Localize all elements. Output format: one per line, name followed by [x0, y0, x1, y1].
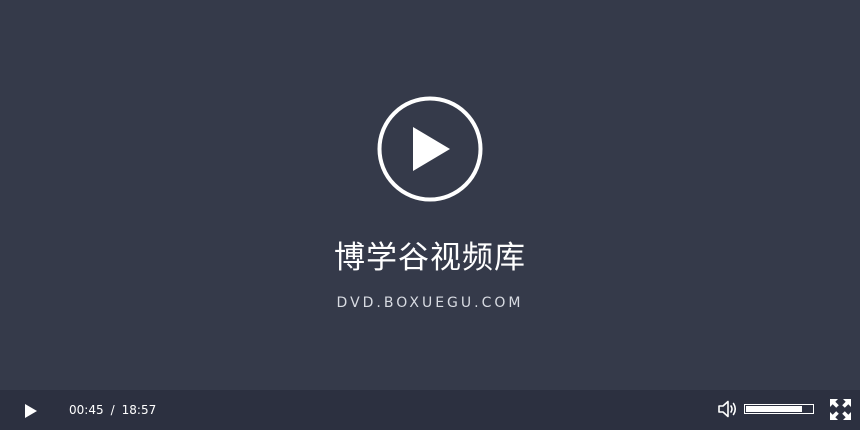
volume-slider[interactable] — [744, 404, 814, 414]
big-play-button[interactable] — [377, 96, 483, 202]
mute-button[interactable] — [717, 399, 739, 419]
play-circle-icon — [377, 96, 483, 202]
time-display: 00:45 / 18:57 — [69, 401, 156, 419]
brand-title: 博学谷视频库 — [334, 240, 526, 276]
duration: 18:57 — [121, 403, 157, 417]
control-bar: 00:45 / 18:57 — [0, 390, 860, 430]
fullscreen-button[interactable] — [830, 399, 851, 420]
brand-url: DVD.BOXUEGU.COM — [336, 295, 524, 311]
time-separator: / — [110, 403, 115, 417]
play-button[interactable] — [20, 401, 40, 421]
volume-icon — [718, 400, 737, 418]
volume-level — [746, 406, 802, 412]
video-poster[interactable]: 博学谷视频库 DVD.BOXUEGU.COM — [0, 0, 860, 390]
play-icon — [25, 404, 37, 418]
video-player[interactable]: 博学谷视频库 DVD.BOXUEGU.COM 00:45 / 18:57 — [0, 0, 860, 430]
current-time: 00:45 — [69, 403, 104, 417]
fullscreen-icon — [830, 399, 851, 420]
